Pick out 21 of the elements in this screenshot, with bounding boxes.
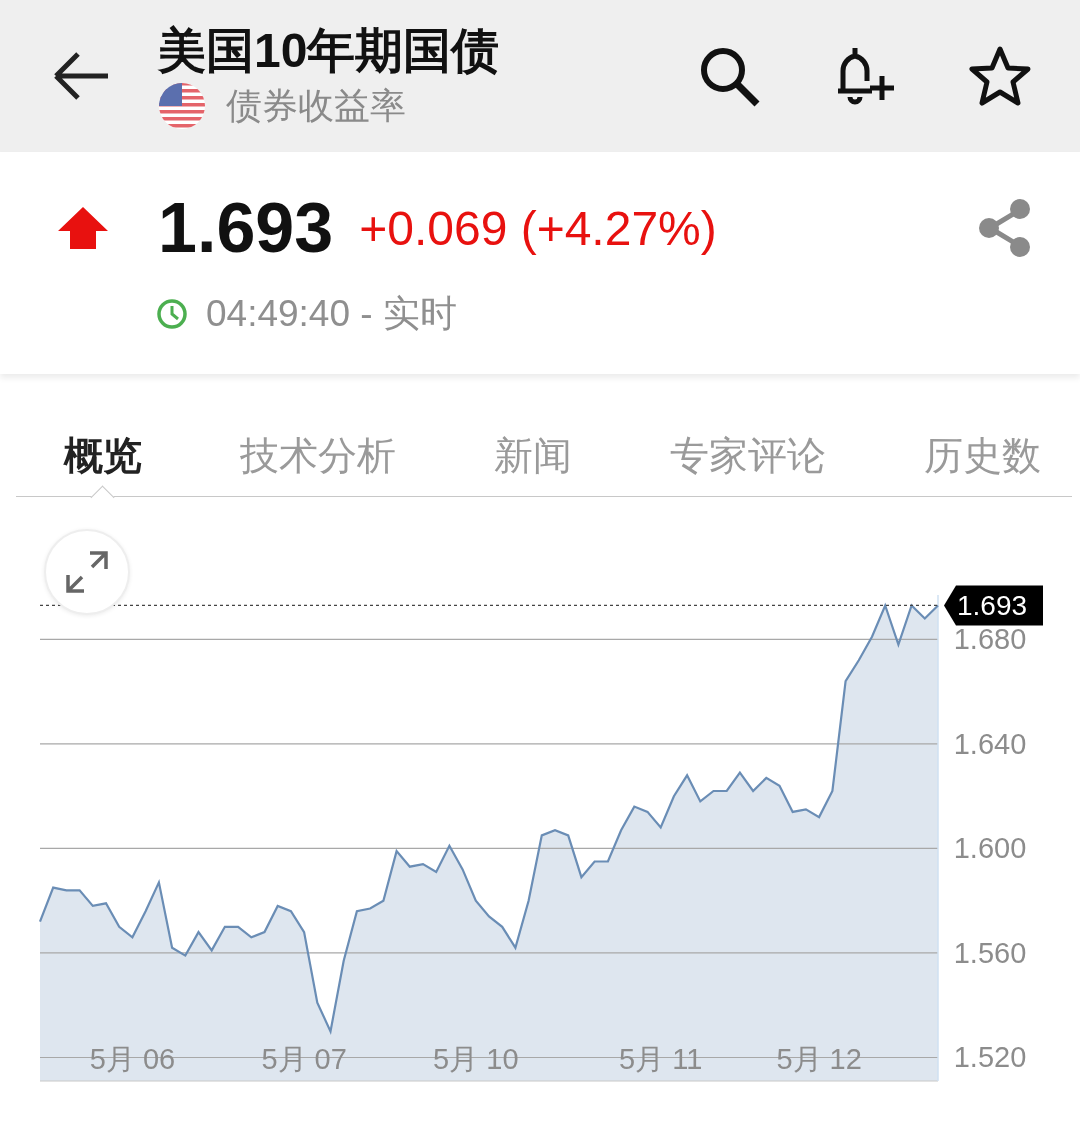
price-change: +0.069 (+4.27%) [359,200,718,256]
tab[interactable]: 技术分析 [240,416,396,496]
expand-icon [64,549,110,595]
star-icon[interactable] [968,45,1032,107]
subtitle: 债券收益率 [226,84,406,128]
tab[interactable]: 新闻 [494,416,572,496]
axis-label: 1.520 [953,1041,1027,1074]
clock-icon [156,298,188,330]
tab[interactable]: 历史数 [924,416,1041,496]
axis-label: 1.600 [953,832,1027,865]
axis-label: 1.560 [953,936,1027,969]
search-icon[interactable] [698,45,760,107]
axis-label: 1.640 [953,727,1027,760]
axis-label: 1.680 [953,623,1027,656]
share-icon[interactable] [978,198,1032,258]
tab[interactable]: 专家评论 [670,416,826,496]
page-title: 美国10年期国债 [158,23,501,79]
ref-line-label: 1.693 [956,590,1028,622]
price-tag: 1.693 [944,585,1043,626]
update-time: 04:49:40 - 实时 [206,292,457,336]
price: 1.693 [158,188,334,268]
